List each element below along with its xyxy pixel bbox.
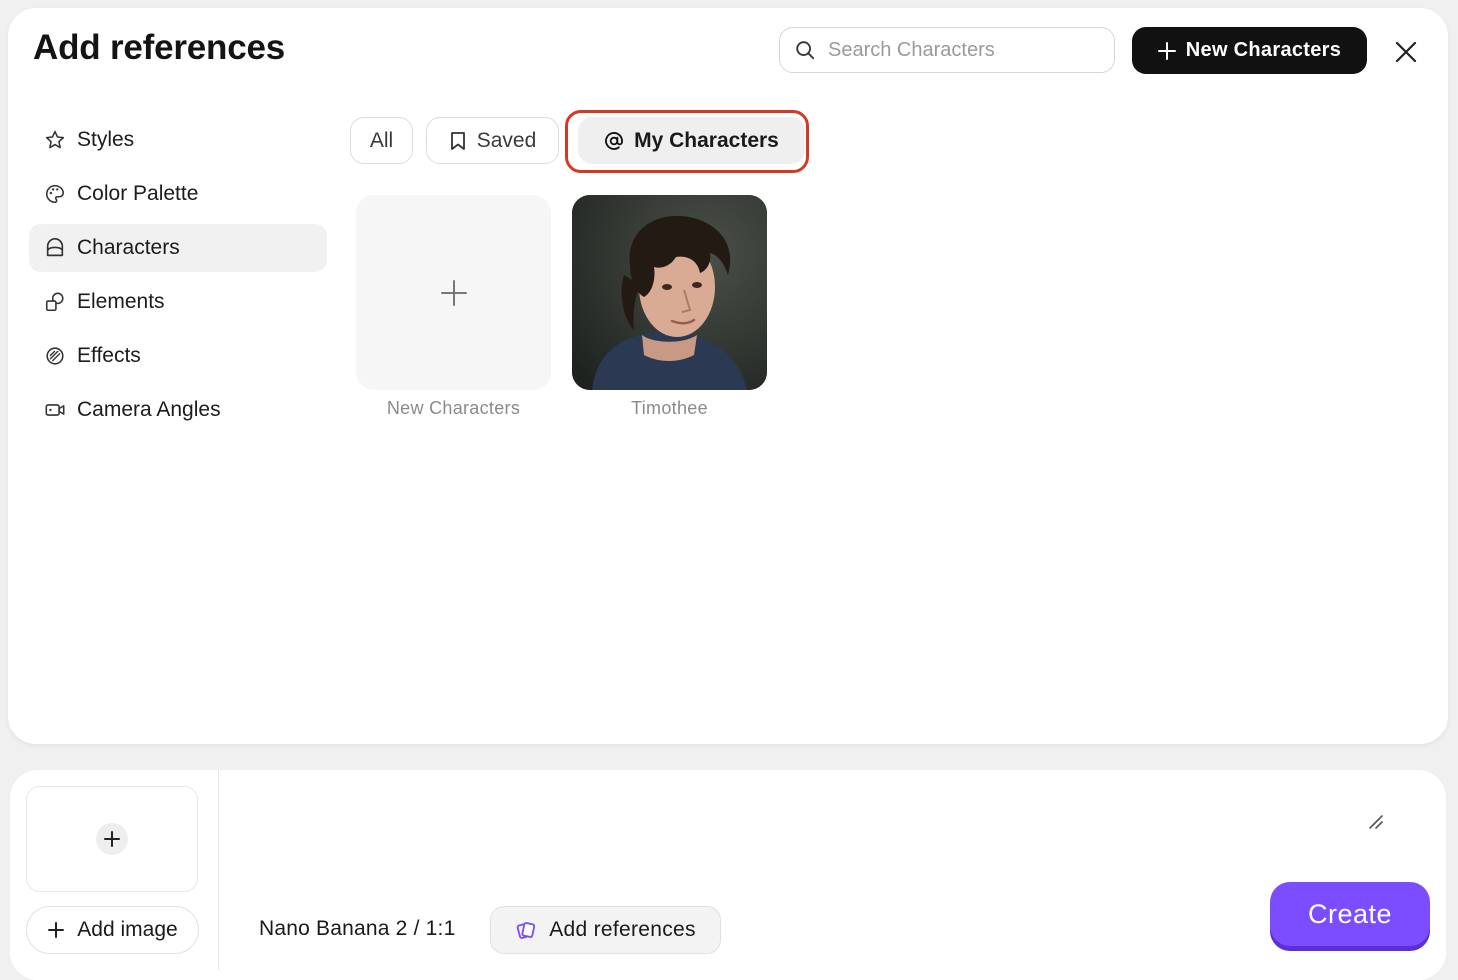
sidebar-item-label: Elements [77, 290, 165, 313]
sidebar-item-elements[interactable]: Elements [29, 278, 327, 326]
sidebar-item-camera-angles[interactable]: Camera Angles [29, 386, 327, 434]
search-icon [796, 41, 815, 60]
sidebar-item-characters[interactable]: Characters [29, 224, 327, 272]
shapes-icon [43, 290, 67, 314]
model-selector[interactable]: Nano Banana 2 / 1:1 [259, 917, 455, 941]
add-image-button[interactable]: Add image [26, 906, 199, 954]
plus-icon [104, 831, 120, 847]
tab-all[interactable]: All [350, 117, 413, 164]
add-references-button[interactable]: Add references [490, 906, 721, 954]
sidebar-item-label: Effects [77, 344, 141, 367]
search-box[interactable] [779, 27, 1115, 73]
sidebar-item-label: Styles [77, 128, 135, 151]
new-character-tile[interactable] [356, 195, 551, 390]
new-characters-button[interactable]: New Characters [1132, 27, 1367, 74]
effects-icon [43, 344, 67, 368]
sidebar-item-label: Characters [77, 236, 180, 259]
character-photo[interactable] [572, 195, 767, 390]
upload-plus-button[interactable] [96, 823, 128, 855]
sidebar-item-label: Camera Angles [77, 398, 221, 421]
modal-title: Add references [33, 28, 286, 67]
add-references-modal: Add references New Characters Styles [8, 8, 1448, 744]
character-card-timothee[interactable]: Timothee [572, 195, 767, 419]
character-name: New Characters [386, 398, 521, 418]
camera-icon [43, 398, 67, 422]
bookmark-icon [450, 131, 465, 150]
create-button[interactable]: Create [1270, 882, 1430, 946]
close-button[interactable] [1392, 38, 1420, 66]
sidebar-item-color-palette[interactable]: Color Palette [29, 170, 327, 218]
plus-icon [440, 279, 467, 306]
character-card-new[interactable]: New Characters [356, 195, 551, 419]
sidebar-item-label: Color Palette [77, 182, 199, 205]
add-image-label: Add image [77, 918, 178, 941]
close-icon [1395, 41, 1417, 63]
new-characters-label: New Characters [1185, 39, 1342, 61]
plus-icon [48, 922, 65, 938]
search-input[interactable] [826, 37, 1100, 63]
panel-divider [218, 770, 219, 970]
resize-handle-icon[interactable] [1366, 812, 1386, 832]
prompt-composer: Add image Nano Banana 2 / 1:1 Add refere… [10, 770, 1446, 980]
image-upload-slot[interactable] [26, 786, 198, 892]
sidebar-item-styles[interactable]: Styles [29, 116, 327, 164]
character-name: Timothee [631, 398, 708, 418]
cards-icon [516, 922, 536, 939]
portrait-image [572, 195, 767, 390]
reference-category-sidebar: Styles Color Palette Characters Elements… [29, 116, 327, 440]
character-icon [43, 236, 67, 260]
sidebar-item-effects[interactable]: Effects [29, 332, 327, 380]
star-icon [43, 128, 67, 152]
palette-icon [43, 182, 67, 206]
tab-saved[interactable]: Saved [426, 117, 559, 164]
tab-label: Saved [476, 128, 537, 152]
selection-highlight [565, 110, 809, 173]
add-references-label: Add references [549, 918, 696, 941]
plus-icon [1157, 41, 1176, 60]
tab-label: All [369, 128, 394, 152]
